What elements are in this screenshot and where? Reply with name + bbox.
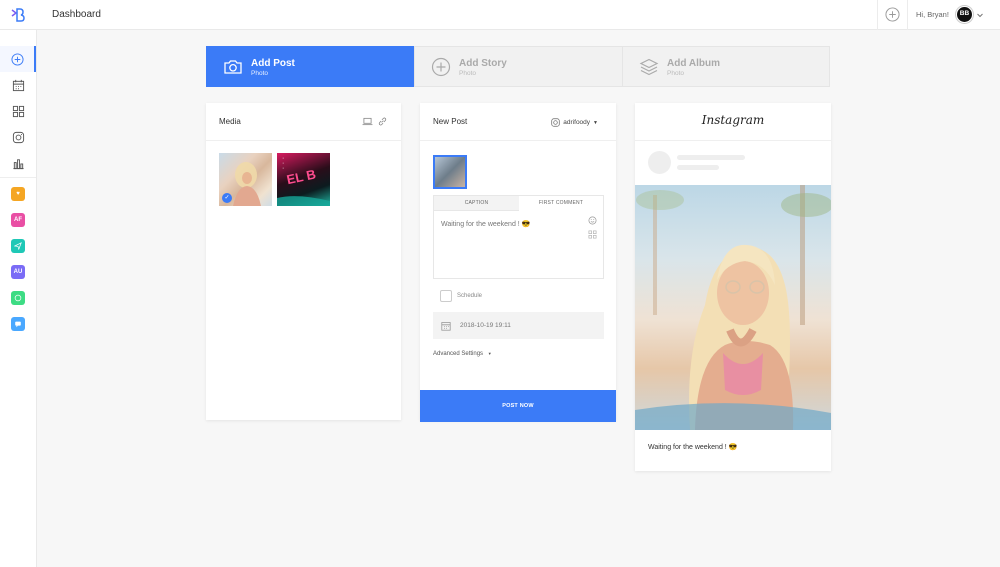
selected-media-thumbnail[interactable] <box>433 155 467 189</box>
tab-caption[interactable]: CAPTION <box>434 196 519 211</box>
link-icon[interactable] <box>378 117 387 126</box>
emoji-icon[interactable] <box>588 216 597 225</box>
instagram-preview-card: Instagram Waiting for the weekend ! 😎 <box>635 103 831 471</box>
top-bar: Dashboard Hi, Bryan! BB <box>0 0 1000 30</box>
advanced-settings-toggle[interactable]: Advanced Settings ▼ <box>433 351 492 357</box>
tab-label: Add Story <box>459 58 507 69</box>
tab-sublabel: Photo <box>459 70 476 77</box>
selected-check-icon: ✓ <box>222 193 232 203</box>
sidebar-app-message[interactable] <box>0 311 36 337</box>
account-name: adrifoody <box>563 119 591 126</box>
placeholder-line <box>677 155 745 160</box>
caption-editor: CAPTION FIRST COMMENT Waiting for the we… <box>433 195 604 279</box>
date-value: 2018-10-19 19:11 <box>460 322 511 329</box>
instagram-icon <box>12 131 24 143</box>
sidebar-app-send[interactable] <box>0 233 36 259</box>
preview-photo <box>635 185 831 430</box>
placeholder-avatar <box>648 151 671 174</box>
media-card: Media ✓ EL B · · · <box>206 103 401 420</box>
divider <box>907 0 908 30</box>
grid-icon <box>12 105 24 117</box>
sidebar-item-instagram[interactable] <box>0 124 36 150</box>
hashtag-grid-icon[interactable] <box>588 230 597 239</box>
photo-neon-sign: EL B <box>277 166 330 206</box>
caret-down-icon: ▼ <box>487 351 492 356</box>
chat-bubble-icon <box>11 291 25 305</box>
camera-icon <box>224 60 242 74</box>
send-icon <box>11 239 25 253</box>
sidebar-item-analytics[interactable] <box>0 150 36 176</box>
app-badge-au: AU <box>11 265 25 279</box>
page-title: Dashboard <box>52 9 101 20</box>
heart-icon: ♥ <box>11 187 25 201</box>
sidebar-item-grid[interactable] <box>0 98 36 124</box>
app-logo[interactable] <box>9 6 27 24</box>
laptop-icon[interactable] <box>362 117 373 126</box>
calendar-icon <box>441 322 451 331</box>
tab-add-album[interactable]: Add Album Photo <box>622 46 830 87</box>
layers-icon <box>639 58 659 76</box>
plus-circle-icon <box>10 52 24 66</box>
add-icon[interactable] <box>885 7 900 22</box>
svg-text:EL B: EL B <box>285 166 317 187</box>
tab-label: Add Post <box>251 58 295 69</box>
sidebar-item-calendar[interactable] <box>0 72 36 98</box>
post-now-button[interactable]: POST NOW <box>420 390 616 422</box>
schedule-checkbox[interactable] <box>440 290 452 302</box>
plus-circle-icon <box>431 57 451 77</box>
sidebar-app-au[interactable]: AU <box>0 259 36 285</box>
card-header: Media <box>206 103 401 141</box>
message-icon <box>11 317 25 331</box>
photo-woman-beach <box>635 185 831 430</box>
tab-add-story[interactable]: Add Story Photo <box>414 46 623 87</box>
sidebar-app-chat[interactable] <box>0 285 36 311</box>
more-options-icon[interactable]: · · · <box>282 155 284 172</box>
sidebar: ♥ AF AU <box>0 30 37 567</box>
media-thumbnail[interactable]: ✓ <box>219 153 272 206</box>
new-post-title: New Post <box>433 117 468 126</box>
schedule-label: Schedule <box>457 293 483 299</box>
sidebar-item-add-post[interactable] <box>0 46 36 72</box>
placeholder-line <box>677 165 719 170</box>
media-thumbnail[interactable]: EL B · · · <box>277 153 330 206</box>
date-time-field[interactable]: 2018-10-19 19:11 <box>433 312 604 339</box>
caption-input[interactable]: Waiting for the weekend ! 😎 <box>441 220 530 228</box>
advanced-settings-label: Advanced Settings <box>433 351 484 357</box>
new-post-card: New Post adrifoody ▼ CAPTION FIRST COMME… <box>420 103 616 422</box>
tab-sublabel: Photo <box>251 70 268 77</box>
chevron-down-icon[interactable] <box>976 11 984 19</box>
account-selector[interactable]: adrifoody ▼ <box>551 118 598 127</box>
sidebar-app-heart[interactable]: ♥ <box>0 181 36 207</box>
caret-down-icon: ▼ <box>593 119 598 126</box>
divider <box>877 0 878 30</box>
sidebar-app-af[interactable]: AF <box>0 207 36 233</box>
tab-first-comment[interactable]: FIRST COMMENT <box>519 196 603 211</box>
calendar-icon <box>12 79 24 91</box>
tab-add-post[interactable]: Add Post Photo <box>206 46 414 87</box>
card-header: New Post adrifoody ▼ <box>420 103 616 141</box>
sidebar-separator <box>0 177 36 178</box>
avatar[interactable]: BB <box>956 6 973 23</box>
tab-sublabel: Photo <box>667 70 684 77</box>
tab-label: Add Album <box>667 58 720 69</box>
instagram-logo: Instagram <box>701 113 765 127</box>
media-title: Media <box>219 117 241 126</box>
instagram-icon <box>551 118 560 127</box>
user-greeting: Hi, Bryan! <box>916 10 949 19</box>
app-badge-af: AF <box>11 213 25 227</box>
preview-caption: Waiting for the weekend ! 😎 <box>648 444 738 451</box>
bar-chart-icon <box>12 158 24 169</box>
card-header: Instagram <box>635 103 831 141</box>
